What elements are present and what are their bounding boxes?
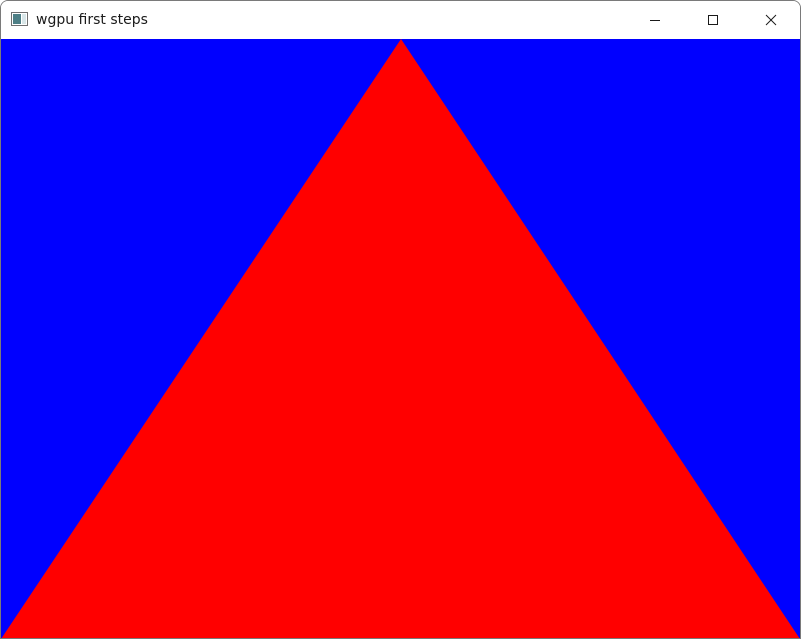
app-window-icon bbox=[11, 12, 28, 26]
minimize-button[interactable] bbox=[626, 1, 684, 39]
minimize-icon bbox=[650, 20, 660, 21]
maximize-button[interactable] bbox=[684, 1, 742, 39]
close-icon bbox=[765, 14, 777, 26]
maximize-icon bbox=[708, 15, 718, 25]
close-button[interactable] bbox=[742, 1, 800, 39]
title-bar[interactable]: wgpu first steps bbox=[1, 1, 800, 39]
window-title: wgpu first steps bbox=[36, 12, 148, 28]
render-surface[interactable] bbox=[1, 39, 800, 639]
app-window: wgpu first steps bbox=[0, 0, 801, 639]
